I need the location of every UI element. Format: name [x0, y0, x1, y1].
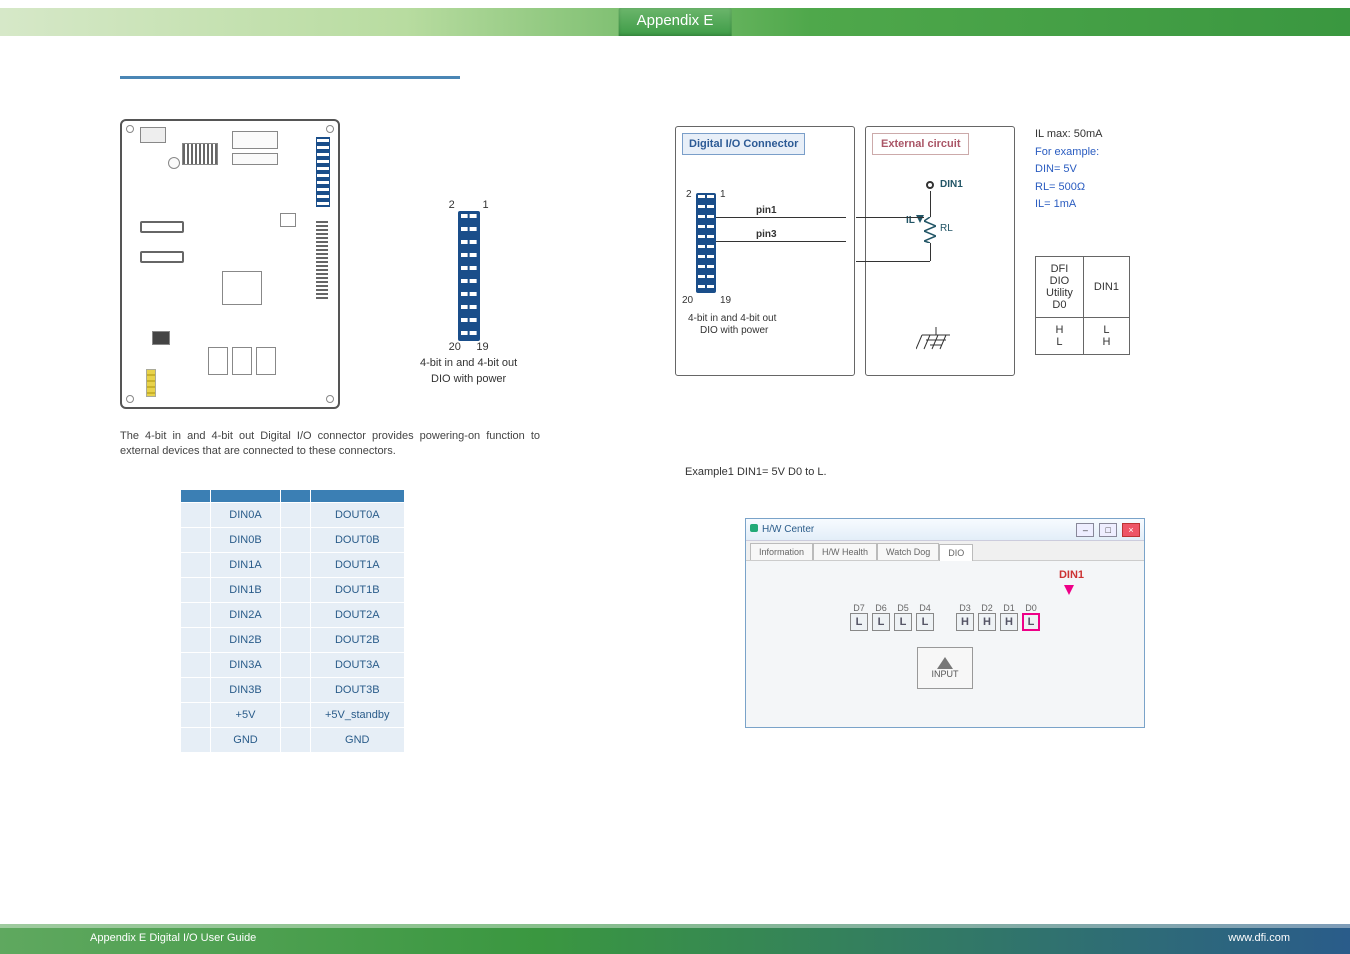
footer-left-text: Appendix E Digital I/O User Guide [90, 932, 256, 944]
input-button[interactable]: INPUT [917, 647, 973, 689]
table-header [311, 489, 405, 502]
pin-header-caption-1: 4-bit in and 4-bit out [420, 357, 517, 369]
arrow-down-icon [1064, 585, 1074, 595]
rl-label: RL [940, 223, 953, 234]
table-row: GNDGND [181, 727, 405, 752]
mini-pin-1: 1 [720, 189, 726, 200]
right-column: Digital I/O Connector 2 1 20 19 pin1 pin… [675, 76, 1230, 898]
page-body: 21 2019 4-bit in and 4-bit out DIO with … [0, 36, 1350, 918]
dio-bit: D0L [1022, 603, 1040, 631]
truth-cell: L H [1083, 318, 1129, 355]
motherboard-diagram [120, 119, 340, 409]
header-bar: Appendix E [0, 8, 1350, 36]
dio-bit: D1H [1000, 603, 1018, 631]
table-row: +5V+5V_standby [181, 702, 405, 727]
table-row: DIN0ADOUT0A [181, 502, 405, 527]
mini-pin-19: 19 [720, 295, 731, 306]
circuit-diagram: Digital I/O Connector 2 1 20 19 pin1 pin… [675, 126, 1115, 396]
connector-description: The 4-bit in and 4-bit out Digital I/O c… [120, 429, 540, 459]
hwcenter-tab[interactable]: H/W Health [813, 543, 877, 560]
close-button[interactable]: × [1122, 523, 1140, 537]
example-caption: Example1 DIN1= 5V D0 to L. [685, 466, 1230, 478]
din1-node-label: DIN1 [940, 179, 963, 190]
section-separator [120, 76, 460, 79]
mini-caption-1: 4-bit in and 4-bit out [688, 313, 776, 324]
dio-bits-row: D7LD6LD5LD4L D3HD2HD1HD0L [764, 603, 1126, 631]
dio-pin-header: 21 2019 4-bit in and 4-bit out DIO with … [420, 199, 517, 385]
minimize-button[interactable]: – [1076, 523, 1094, 537]
hwcenter-tab[interactable]: Watch Dog [877, 543, 939, 560]
window-buttons: – □ × [1074, 523, 1140, 537]
maximize-button[interactable]: □ [1099, 523, 1117, 537]
truth-header-1: DFI DIO Utility D0 [1036, 257, 1084, 318]
spec-line: DIN= 5V [1035, 161, 1102, 179]
dio-bit: D5L [894, 603, 912, 631]
external-circuit-box: External circuit DIN1 RL IL [865, 126, 1015, 376]
hwcenter-tabs: InformationH/W HealthWatch DogDIO [746, 541, 1144, 561]
hwcenter-window: H/W Center – □ × InformationH/W HealthWa… [745, 518, 1145, 728]
pin1-label: pin1 [756, 205, 777, 216]
hwcenter-tab[interactable]: Information [750, 543, 813, 560]
footer-right-text: www.dfi.com [1228, 932, 1290, 944]
spec-line: IL max: 50mA [1035, 126, 1102, 144]
pin-label-20: 20 [449, 341, 461, 353]
dio-bit: D3H [956, 603, 974, 631]
pin-label-1: 1 [482, 199, 488, 211]
dio-connector-title: Digital I/O Connector [682, 133, 805, 155]
table-header [281, 489, 311, 502]
left-column: 21 2019 4-bit in and 4-bit out DIO with … [120, 76, 675, 898]
table-row: DIN1ADOUT1A [181, 552, 405, 577]
din1-indicator-label: DIN1 [1059, 569, 1084, 581]
external-circuit-title: External circuit [872, 133, 969, 155]
hwcenter-title: H/W Center [762, 524, 814, 535]
page-footer: Appendix E Digital I/O User Guide www.df… [0, 924, 1350, 954]
mini-pin-20: 20 [682, 295, 693, 306]
appendix-tab: Appendix E [619, 8, 732, 36]
table-row: DIN3ADOUT3A [181, 652, 405, 677]
truth-table: DFI DIO Utility D0 DIN1 H L L H [1035, 256, 1130, 355]
mini-caption-2: DIO with power [700, 325, 768, 336]
mini-pin-2: 2 [686, 189, 692, 200]
pin-label-2: 2 [449, 199, 455, 211]
spec-line: For example: [1035, 144, 1102, 162]
dio-bit: D4L [916, 603, 934, 631]
dio-connector-box: Digital I/O Connector 2 1 20 19 pin1 pin… [675, 126, 855, 376]
truth-header-2: DIN1 [1083, 257, 1129, 318]
table-row: DIN0BDOUT0B [181, 527, 405, 552]
table-row: DIN1BDOUT1B [181, 577, 405, 602]
table-row: DIN2BDOUT2B [181, 627, 405, 652]
table-row: DIN2ADOUT2A [181, 602, 405, 627]
input-button-label: INPUT [932, 669, 959, 679]
table-header [181, 489, 211, 502]
spec-line: IL= 1mA [1035, 196, 1102, 214]
table-header [211, 489, 281, 502]
table-row: DIN3BDOUT3B [181, 677, 405, 702]
truth-cell: H L [1036, 318, 1084, 355]
pin-label-19: 19 [476, 341, 488, 353]
arrow-up-icon [937, 657, 953, 669]
hwcenter-titlebar: H/W Center – □ × [746, 519, 1144, 541]
spec-text: IL max: 50mA For example: DIN= 5V RL= 50… [1035, 126, 1102, 214]
dio-bit: D6L [872, 603, 890, 631]
spec-line: RL= 500Ω [1035, 179, 1102, 197]
hwcenter-content: DIN1 D7LD6LD5LD4L D3HD2HD1HD0L INPUT [746, 561, 1144, 711]
dio-bit: D7L [850, 603, 868, 631]
pin-assignment-table: DIN0ADOUT0ADIN0BDOUT0BDIN1ADOUT1ADIN1BDO… [180, 489, 405, 753]
hwcenter-tab[interactable]: DIO [939, 544, 973, 561]
dio-bit: D2H [978, 603, 996, 631]
pin-header-caption-2: DIO with power [420, 373, 517, 385]
pin3-label: pin3 [756, 229, 777, 240]
